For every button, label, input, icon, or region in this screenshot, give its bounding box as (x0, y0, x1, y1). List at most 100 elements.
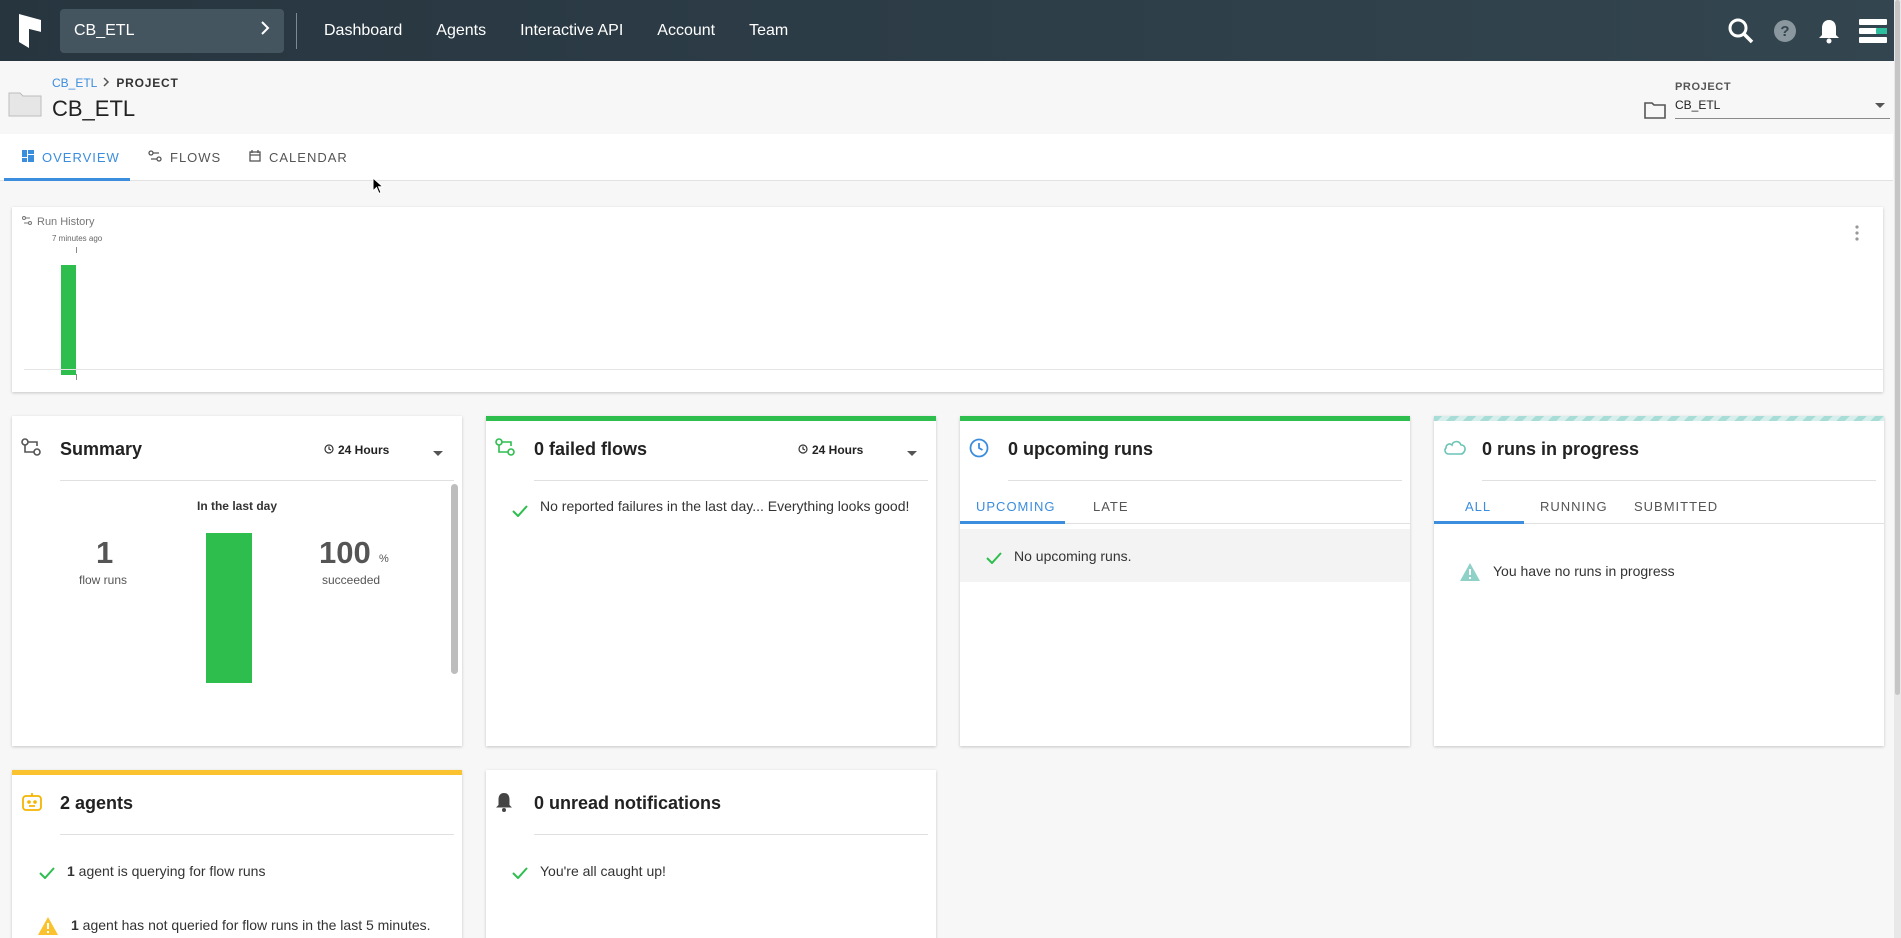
tab-overview[interactable]: OVERVIEW (22, 134, 120, 181)
search-icon[interactable] (1719, 9, 1763, 53)
page-title: CB_ETL (52, 96, 136, 121)
status-border (486, 416, 936, 421)
breadcrumb-current: PROJECT (116, 76, 179, 90)
calendar-icon (249, 150, 261, 165)
nav-account[interactable]: Account (640, 22, 732, 40)
tab-late[interactable]: LATE (1093, 488, 1129, 524)
prefect-logo-icon[interactable] (0, 0, 60, 61)
tab-submitted[interactable]: SUBMITTED (1634, 488, 1718, 524)
agents-divider (60, 834, 454, 835)
flows-icon (22, 216, 32, 228)
project-select-underline (1675, 118, 1890, 119)
notifications-divider (534, 834, 928, 835)
project-tabs: OVERVIEW FLOWS CALENDAR (0, 134, 1893, 181)
run-history-bar[interactable] (61, 265, 76, 375)
folder-icon (8, 89, 42, 122)
in-progress-message-text: You have no runs in progress (1493, 563, 1675, 579)
summary-title: Summary (60, 439, 143, 459)
caret-down-icon (1875, 103, 1885, 108)
team-selector[interactable]: CB_ETL (60, 8, 284, 53)
agents-stale-count: 1 (71, 917, 79, 933)
project-select-label: PROJECT (1675, 81, 1732, 93)
tab-upcoming[interactable]: UPCOMING (976, 488, 1056, 524)
upcoming-message-text: No upcoming runs. (1014, 548, 1132, 564)
caret-down-icon[interactable] (907, 451, 917, 456)
chevron-right-icon (260, 21, 270, 40)
upcoming-empty-row: No upcoming runs. (960, 529, 1410, 582)
nav-team[interactable]: Team (732, 22, 805, 40)
robot-icon (21, 792, 43, 817)
top-navigation-bar: CB_ETL Dashboard Agents Interactive API … (0, 0, 1901, 61)
status-border (960, 416, 1410, 421)
summary-time-select[interactable]: 24 Hours (324, 443, 389, 457)
tab-active-indicator (1434, 521, 1524, 524)
succeeded-percent: 100 (319, 535, 371, 570)
tab-flows[interactable]: FLOWS (148, 134, 221, 181)
in-progress-divider (1482, 480, 1876, 481)
cloud-icon (1443, 438, 1467, 461)
check-icon (512, 503, 528, 521)
run-history-axis (24, 369, 1884, 370)
percent-sign: % (379, 553, 389, 565)
history-icon (798, 443, 808, 457)
agents-line-stale: 1 agent has not queried for flow runs in… (37, 916, 431, 938)
breadcrumb-team-link[interactable]: CB_ETL (52, 76, 97, 90)
flow-runs-label: flow runs (79, 573, 128, 587)
dashboard-icon (22, 150, 34, 165)
agents-healthy-count: 1 (67, 863, 75, 879)
run-history-tick (76, 247, 77, 253)
warning-icon (1459, 562, 1481, 586)
check-icon (512, 865, 528, 883)
page-scrollbar-thumb[interactable] (1895, 0, 1900, 695)
in-progress-title: 0 runs in progress (1482, 439, 1640, 459)
project-select-value: CB_ETL (1675, 98, 1721, 112)
nav-dashboard[interactable]: Dashboard (307, 22, 419, 40)
flows-icon (495, 438, 515, 461)
bell-icon[interactable] (1807, 9, 1851, 53)
chevron-right-icon (103, 76, 110, 90)
tab-active-indicator (960, 521, 1065, 524)
tab-overview-label: OVERVIEW (42, 150, 120, 165)
check-icon (986, 550, 1002, 568)
runs-in-progress-card: 0 runs in progress ALL RUNNING SUBMITTED… (1434, 416, 1884, 746)
failed-message: No reported failures in the last day... … (512, 497, 912, 521)
notifications-title: 0 unread notifications (534, 793, 722, 813)
run-history-card: Run History 7 minutes ago (12, 207, 1884, 392)
history-icon (324, 443, 334, 457)
caret-down-icon[interactable] (433, 451, 443, 456)
nav-divider (296, 12, 297, 49)
flow-runs-count: 1 (96, 535, 114, 570)
failed-time-value: 24 Hours (812, 443, 864, 457)
failed-time-select[interactable]: 24 Hours (798, 443, 863, 457)
nav-interactive-api[interactable]: Interactive API (503, 22, 640, 40)
nav-agents[interactable]: Agents (419, 22, 503, 40)
tab-running[interactable]: RUNNING (1540, 488, 1608, 524)
clock-icon (969, 438, 989, 463)
more-vert-icon[interactable] (1855, 225, 1859, 246)
failed-flows-card: 0 failed flows 24 Hours No reported fail… (486, 416, 936, 746)
menu-icon[interactable] (1851, 9, 1895, 53)
tab-all[interactable]: ALL (1465, 488, 1491, 524)
folder-icon (1644, 101, 1666, 124)
page-header: CB_ETL PROJECT CB_ETL PROJECT CB_ETL (0, 61, 1893, 134)
flows-icon (21, 438, 41, 461)
status-border (12, 770, 462, 775)
tab-calendar[interactable]: CALENDAR (249, 134, 348, 181)
upcoming-divider (1008, 480, 1402, 481)
upcoming-title: 0 upcoming runs (1008, 439, 1154, 459)
help-icon[interactable]: ? (1763, 9, 1807, 53)
agents-stale-text: agent has not queried for flow runs in t… (78, 917, 431, 933)
svg-text:?: ? (1780, 23, 1789, 40)
page-scrollbar[interactable] (1894, 0, 1901, 938)
failed-flows-title: 0 failed flows (534, 439, 648, 459)
in-progress-tabs: ALL RUNNING SUBMITTED (1434, 488, 1884, 524)
summary-divider (60, 480, 454, 481)
bell-icon (495, 792, 513, 817)
summary-card: Summary 24 Hours In the last day 1 flow … (12, 416, 462, 746)
tab-flows-label: FLOWS (170, 150, 222, 165)
flows-icon (148, 150, 162, 165)
run-history-title: Run History (22, 216, 94, 228)
agents-line-healthy: 1 agent is querying for flow runs (39, 862, 265, 883)
notifications-message: You're all caught up! (512, 862, 666, 883)
team-selector-label: CB_ETL (74, 21, 135, 39)
